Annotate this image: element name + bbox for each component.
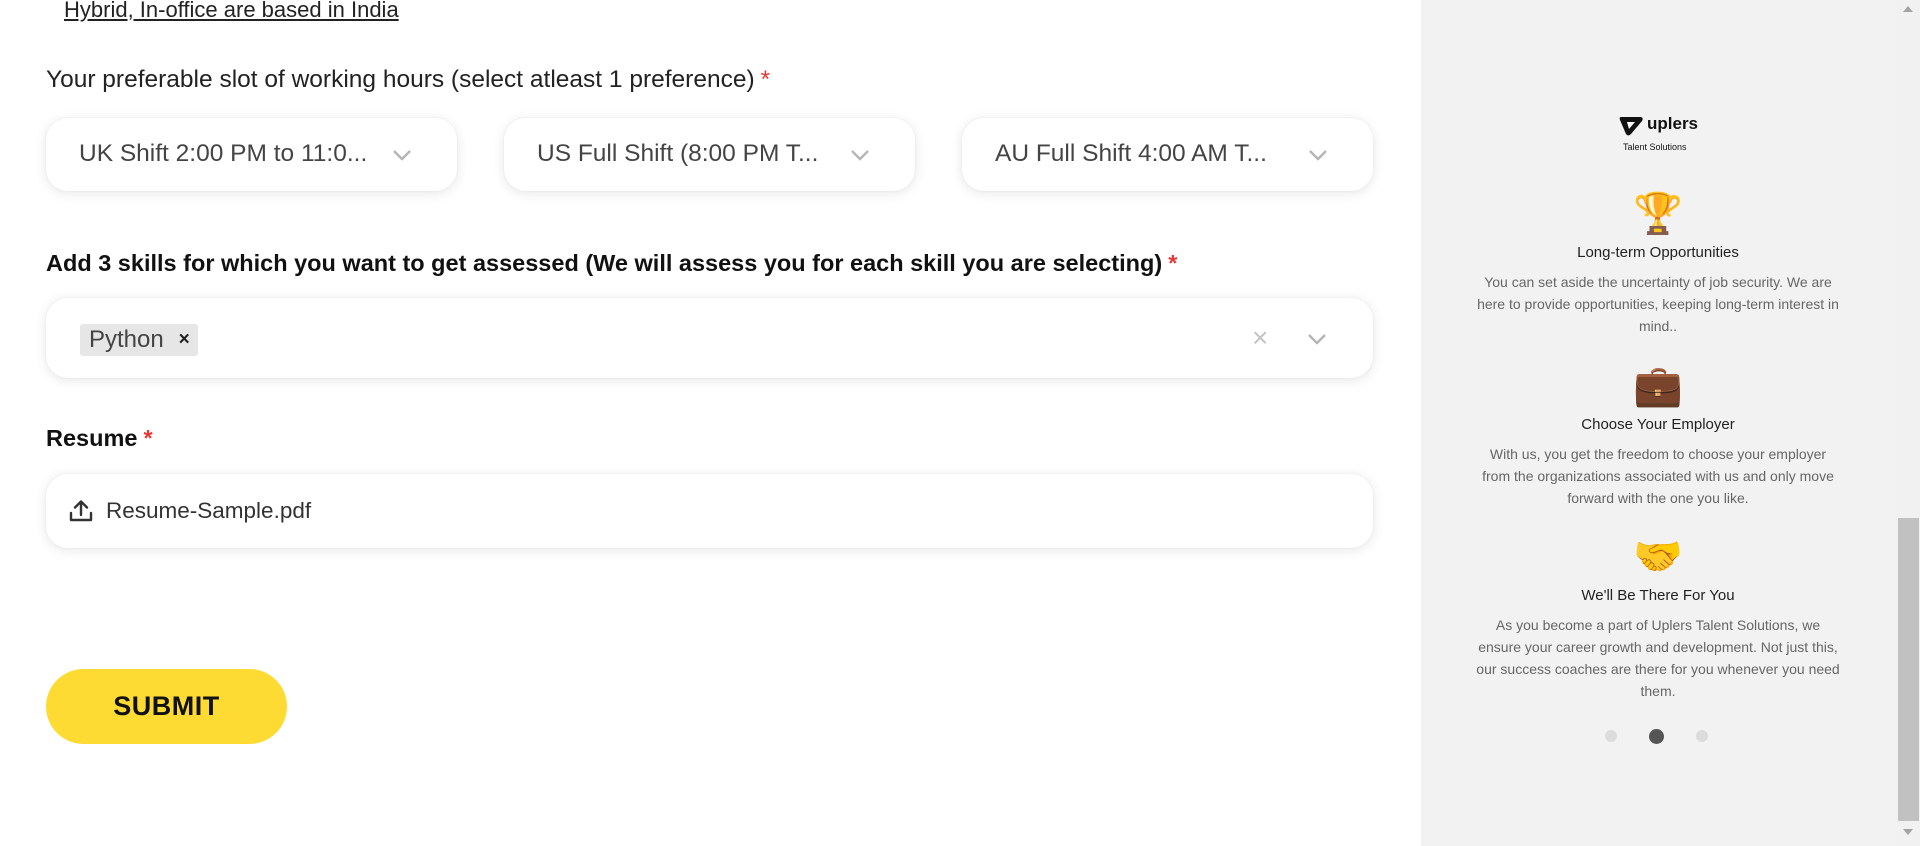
skill-chip: Python ×	[80, 324, 198, 356]
clear-skills-icon[interactable]: ×	[1252, 322, 1268, 354]
carousel-dot-3[interactable]	[1696, 730, 1708, 742]
required-mark: *	[1168, 250, 1178, 276]
remove-skill-icon[interactable]: ×	[179, 324, 190, 356]
application-form: Hybrid, In-office are based in India You…	[0, 0, 1421, 846]
scroll-down-icon[interactable]	[1903, 829, 1913, 835]
feature-description: As you become a part of Uplers Talent So…	[1476, 617, 1840, 699]
trophy-icon: 🏆	[1633, 192, 1683, 236]
feature-title: Long-term Opportunities	[1577, 244, 1739, 261]
upload-icon[interactable]	[68, 499, 94, 528]
chevron-down-icon[interactable]	[850, 148, 870, 162]
resume-label: Resume *	[46, 425, 153, 452]
shift-select-au[interactable]: AU Full Shift 4:00 AM T...	[962, 118, 1373, 191]
carousel-dot-1[interactable]	[1605, 730, 1617, 742]
logo-subtitle: Talent Solutions	[1623, 142, 1687, 152]
carousel-dots	[1605, 729, 1708, 745]
resume-upload[interactable]: Resume-Sample.pdf	[46, 474, 1373, 548]
shift-select-value: UK Shift 2:00 PM to 11:0...	[79, 140, 368, 167]
feature-choose-employer: 💼 Choose Your Employer With us, you get …	[1470, 364, 1846, 509]
required-mark: *	[143, 425, 153, 451]
shift-select-value: US Full Shift (8:00 PM T...	[537, 140, 819, 167]
resume-filename: Resume-Sample.pdf	[106, 498, 312, 523]
shift-select-value: AU Full Shift 4:00 AM T...	[995, 140, 1267, 167]
required-mark: *	[760, 66, 771, 93]
feature-long-term: 🏆 Long-term Opportunities You can set as…	[1470, 192, 1846, 337]
feature-description: You can set aside the uncertainty of job…	[1477, 274, 1839, 334]
skills-multiselect[interactable]: Python × ×	[46, 298, 1373, 378]
skills-label-text: Add 3 skills for which you want to get a…	[46, 250, 1163, 276]
chevron-down-icon[interactable]	[1307, 332, 1327, 346]
resume-label-text: Resume	[46, 425, 138, 451]
feature-title: We'll Be There For You	[1581, 587, 1735, 604]
working-hours-label-text: Your preferable slot of working hours (s…	[46, 66, 755, 93]
scroll-up-icon[interactable]	[1903, 6, 1913, 12]
feature-description: With us, you get the freedom to choose y…	[1482, 446, 1834, 506]
working-hours-label: Your preferable slot of working hours (s…	[46, 66, 770, 94]
skills-label: Add 3 skills for which you want to get a…	[46, 250, 1177, 277]
shift-select-us[interactable]: US Full Shift (8:00 PM T...	[504, 118, 915, 191]
chevron-down-icon[interactable]	[1308, 148, 1328, 162]
feature-support: 🤝 We'll Be There For You As you become a…	[1470, 535, 1846, 702]
briefcase-icon: 💼	[1633, 364, 1683, 408]
submit-button[interactable]: SUBMIT	[46, 669, 287, 744]
handshake-icon: 🤝	[1633, 535, 1683, 579]
logo-wordmark: uplers	[1647, 114, 1699, 133]
uplers-logo-mark	[1619, 117, 1643, 136]
location-link[interactable]: Hybrid, In-office are based in India	[64, 0, 399, 23]
carousel-dot-2[interactable]	[1649, 729, 1664, 744]
shift-select-uk[interactable]: UK Shift 2:00 PM to 11:0...	[46, 118, 457, 191]
chevron-down-icon[interactable]	[392, 148, 412, 162]
skill-chip-label: Python	[89, 326, 164, 353]
scrollbar-thumb[interactable]	[1898, 518, 1919, 821]
feature-title: Choose Your Employer	[1581, 416, 1735, 433]
